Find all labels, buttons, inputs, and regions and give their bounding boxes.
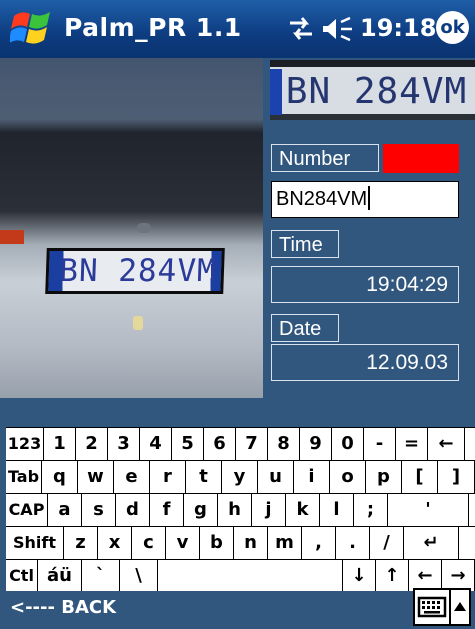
car-photo: BN 284VM [0,58,263,398]
keyboard-icon[interactable] [413,588,451,626]
license-plate: BN 284VM [45,248,225,294]
key-c[interactable]: c [132,527,166,559]
key-ctl[interactable]: Ctl [6,560,38,592]
key-a[interactable]: a [48,494,82,526]
key-0[interactable]: 0 [332,428,364,460]
key-[interactable]: . [336,527,370,559]
space-key[interactable] [158,560,343,592]
app-title: Palm_PR 1.1 [64,13,242,42]
key-o[interactable]: o [330,461,366,493]
key-8[interactable]: 8 [268,428,300,460]
key-r[interactable]: r [150,461,186,493]
car-badge [137,223,151,233]
key-z[interactable]: z [64,527,98,559]
key-f[interactable]: f [150,494,184,526]
key-cap[interactable]: CAP [6,494,48,526]
key-[interactable]: - [364,428,396,460]
key-5[interactable]: 5 [172,428,204,460]
key-j[interactable]: j [252,494,286,526]
keyboard-row: Ctl áü ` \ ↓ ↑ ← → [6,560,475,593]
key-[interactable]: ` [82,560,120,592]
text-caret [368,186,371,210]
backspace-key[interactable]: ← [428,428,465,460]
number-field[interactable]: BN284VM [271,181,459,218]
back-button[interactable]: <---- BACK [10,597,116,618]
key-1[interactable]: 1 [44,428,76,460]
number-status-indicator [383,144,459,173]
bottom-bar: <---- BACK [0,591,475,628]
key-y[interactable]: y [222,461,258,493]
date-value: 12.09.03 [271,344,459,381]
clock[interactable]: 19:18 [360,14,436,42]
key-p[interactable]: p [366,461,402,493]
key-shift[interactable]: Shift [6,527,64,559]
key-9[interactable]: 9 [300,428,332,460]
connectivity-icon[interactable] [286,14,316,44]
key-u[interactable]: u [258,461,294,493]
key-[interactable]: \ [120,560,158,592]
number-label: Number [271,144,379,172]
key-w[interactable]: w [78,461,114,493]
plate-crop-image: BN 284VM [270,60,475,120]
keyboard-row: Shift z x c v b n m,. / ↵ [6,527,475,560]
key-6[interactable]: 6 [204,428,236,460]
key-s[interactable]: s [82,494,116,526]
key-i[interactable]: i [294,461,330,493]
time-label: Time [271,230,339,258]
key-g[interactable]: g [184,494,218,526]
key-[interactable]: , [302,527,336,559]
key-b[interactable]: b [200,527,234,559]
key-[interactable]: ; [354,494,388,526]
key-n[interactable]: n [234,527,268,559]
key-k[interactable]: k [286,494,320,526]
speaker-icon[interactable] [322,15,356,43]
key-3[interactable]: 3 [108,428,140,460]
time-value: 19:04:29 [271,266,459,303]
key-m[interactable]: m [268,527,302,559]
key-q[interactable]: q [42,461,78,493]
down-arrow-key[interactable]: ↓ [343,560,376,592]
key-[interactable]: / [370,527,404,559]
windows-logo-icon[interactable] [10,8,54,50]
keyboard-row: Tab q w e r t y u i o p[] [6,461,475,494]
date-label: Date [271,314,339,342]
key-4[interactable]: 4 [140,428,172,460]
keyboard-row: CAP a s d f g h j k l; ' [6,494,475,527]
key-123[interactable]: 123 [6,428,44,460]
key-e[interactable]: e [114,461,150,493]
key-tab[interactable]: Tab [6,461,42,493]
title-bar: Palm_PR 1.1 19:18 ok [0,0,475,58]
up-arrow-icon[interactable] [451,588,471,626]
soft-keyboard: 123 1 2 3 4 5 6 7 8 9 0- = ← Tab q w e r t y u i o p[] CAP a s d f g h… [6,427,475,593]
key-[interactable]: = [396,428,428,460]
key-l[interactable]: l [320,494,354,526]
plate-crop-text: BN 284VM [270,69,475,115]
key-[interactable]: ] [438,461,475,493]
key-2[interactable]: 2 [76,428,108,460]
key-t[interactable]: t [186,461,222,493]
key-x[interactable]: x [98,527,132,559]
car-emblem [133,316,143,330]
keyboard-row: 123 1 2 3 4 5 6 7 8 9 0- = ← [6,428,475,461]
key-[interactable]: [ [402,461,438,493]
up-arrow-key[interactable]: ↑ [376,560,409,592]
ok-button[interactable]: ok [436,11,469,44]
key-d[interactable]: d [116,494,150,526]
key-v[interactable]: v [166,527,200,559]
key-7[interactable]: 7 [236,428,268,460]
key-[interactable]: ' [388,494,469,526]
enter-key[interactable]: ↵ [404,527,459,559]
key-h[interactable]: h [218,494,252,526]
number-value: BN284VM [276,188,368,210]
tail-light [0,230,24,244]
key-[interactable]: áü [38,560,82,592]
